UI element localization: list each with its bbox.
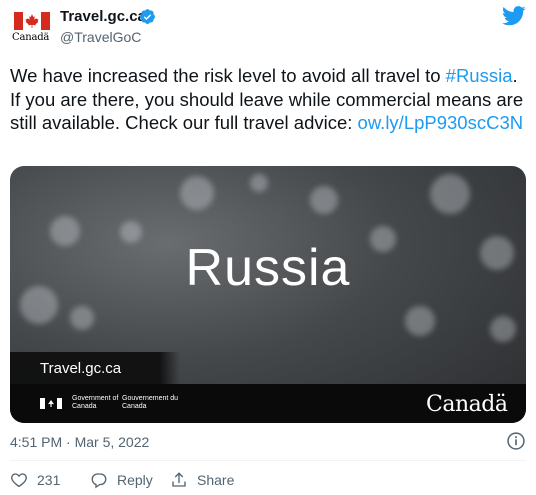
info-icon[interactable] xyxy=(506,431,526,451)
media-site-label: Travel.gc.ca xyxy=(40,360,122,377)
twitter-bird-icon[interactable] xyxy=(502,6,526,26)
hashtag-link[interactable]: #Russia xyxy=(446,65,513,86)
avatar[interactable]: Canadä xyxy=(10,10,54,44)
media-title: Russia xyxy=(185,239,351,297)
share-label: Share xyxy=(197,472,235,488)
display-name[interactable]: Travel.gc.ca xyxy=(60,8,146,25)
heart-icon xyxy=(11,473,27,488)
verified-icon xyxy=(140,9,155,24)
logo-wordmark: Canadä xyxy=(12,32,50,43)
handle[interactable]: @TravelGoC xyxy=(60,29,141,45)
travel-advice-link[interactable]: ow.ly/LpP930scC3N xyxy=(358,112,524,133)
canada-wordmark: Canadä xyxy=(426,392,508,417)
tweet-text-start: We have increased the risk level to avoi… xyxy=(10,65,446,86)
media-image[interactable]: Russia Travel.gc.ca Government of Canada… xyxy=(10,166,526,423)
divider xyxy=(10,460,526,461)
like-count: 231 xyxy=(37,472,61,488)
government-flag-icon xyxy=(40,398,62,409)
canada-flag-icon xyxy=(14,12,50,30)
reply-icon xyxy=(91,473,107,489)
share-icon xyxy=(172,472,186,487)
like-button[interactable]: 231 xyxy=(10,470,60,490)
reply-label: Reply xyxy=(117,472,153,488)
tweet-text: We have increased the risk level to avoi… xyxy=(10,64,526,135)
share-button[interactable]: Share xyxy=(170,470,234,490)
tweet-card: Canadä Travel.gc.ca @TravelGoC We have i… xyxy=(0,0,536,495)
gouvernement-du-canada-label: Gouvernement du Canada xyxy=(122,395,179,410)
tweet-timestamp[interactable]: 4:51 PM · Mar 5, 2022 xyxy=(10,434,149,450)
reply-button[interactable]: Reply xyxy=(90,470,153,490)
